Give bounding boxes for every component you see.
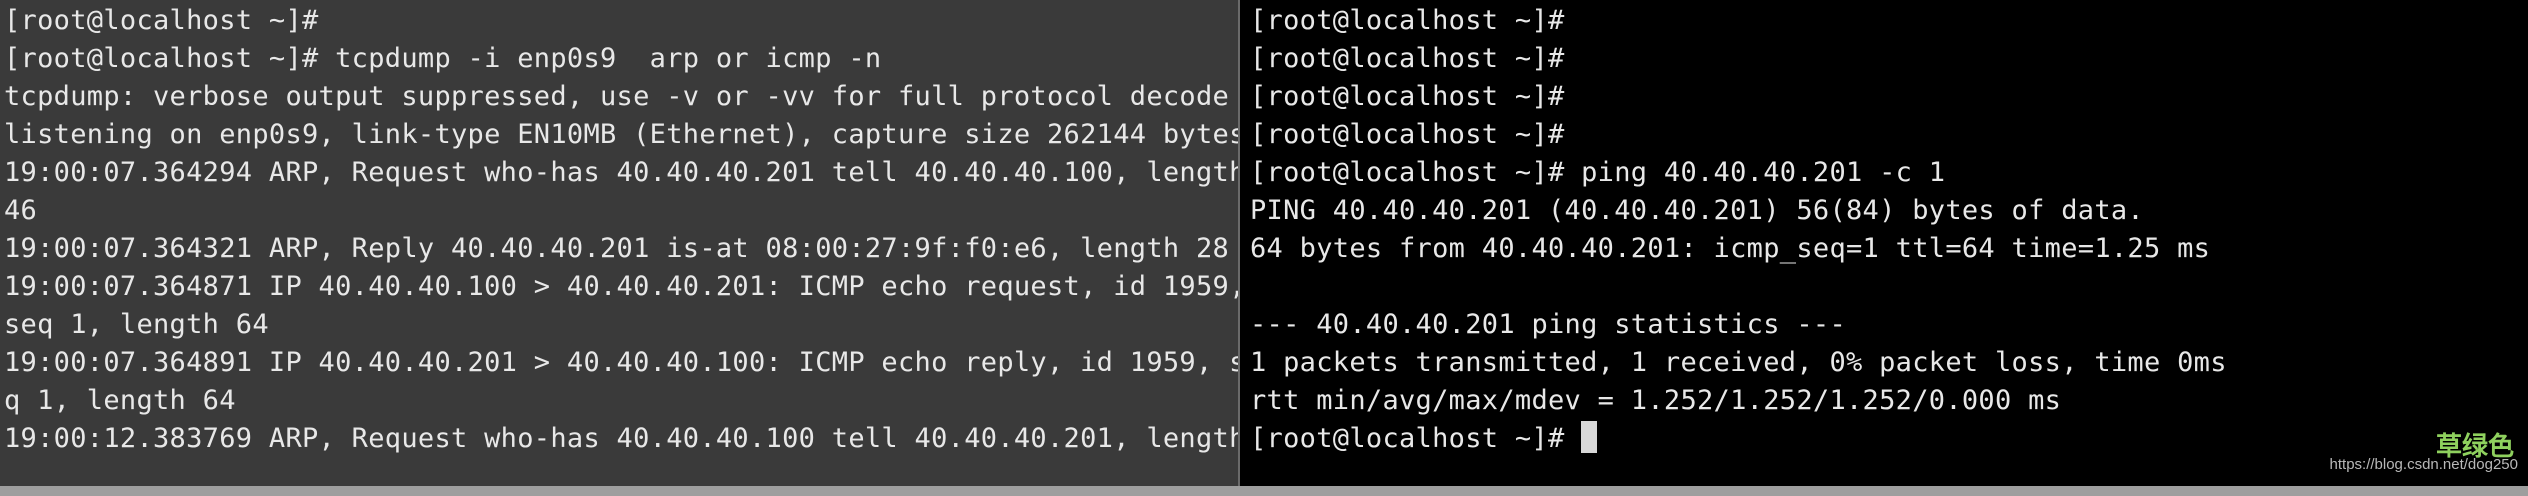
terminal-line: PING 40.40.40.201 (40.40.40.201) 56(84) … [1250,195,2144,226]
terminal-prompt: [root@localhost ~]# [1250,423,1582,454]
terminal-line: listening on enp0s9, link-type EN10MB (E… [4,119,1238,150]
terminal-line: seq 1, length 64 [4,309,269,340]
terminal-line: 19:00:07.364891 IP 40.40.40.201 > 40.40.… [4,347,1238,378]
terminal-line: rtt min/avg/max/mdev = 1.252/1.252/1.252… [1250,385,2062,416]
terminal-line: 1 packets transmitted, 1 received, 0% pa… [1250,347,2227,378]
terminal-line: q 1, length 64 [4,385,236,416]
terminal-line: [root@localhost ~]# [1250,5,1565,36]
watermark-url: https://blog.csdn.net/dog250 [2329,456,2518,473]
terminal-line: [root@localhost ~]# [1250,81,1565,112]
terminal-line: 46 [4,195,38,226]
terminal-line: --- 40.40.40.201 ping statistics --- [1250,309,1846,340]
terminal-line: tcpdump: verbose output suppressed, use … [4,81,1230,112]
terminal-line: 64 bytes from 40.40.40.201: icmp_seq=1 t… [1250,233,2211,264]
bottom-scrollbar[interactable] [0,486,2528,496]
terminal-line: 19:00:07.364871 IP 40.40.40.100 > 40.40.… [4,271,1238,302]
terminal-line: [root@localhost ~]# tcpdump -i enp0s9 ar… [4,43,882,74]
terminal-cursor [1581,421,1598,453]
right-terminal-pane[interactable]: [root@localhost ~]# [root@localhost ~]# … [1240,0,2528,486]
left-terminal-pane[interactable]: [root@localhost ~]# [root@localhost ~]# … [0,0,1238,486]
terminal-line: 19:00:12.383769 ARP, Request who-has 40.… [4,423,1238,454]
terminal-line: 19:00:07.364294 ARP, Request who-has 40.… [4,157,1238,188]
terminal-line: [root@localhost ~]# [4,5,319,36]
terminal-line: [root@localhost ~]# [1250,119,1565,150]
terminal-line: [root@localhost ~]# ping 40.40.40.201 -c… [1250,157,1946,188]
terminal-line: [root@localhost ~]# [1250,43,1565,74]
watermark: 草绿色 https://blog.csdn.net/dog250 [2330,432,2518,474]
terminal-line: 19:00:07.364321 ARP, Reply 40.40.40.201 … [4,233,1230,264]
